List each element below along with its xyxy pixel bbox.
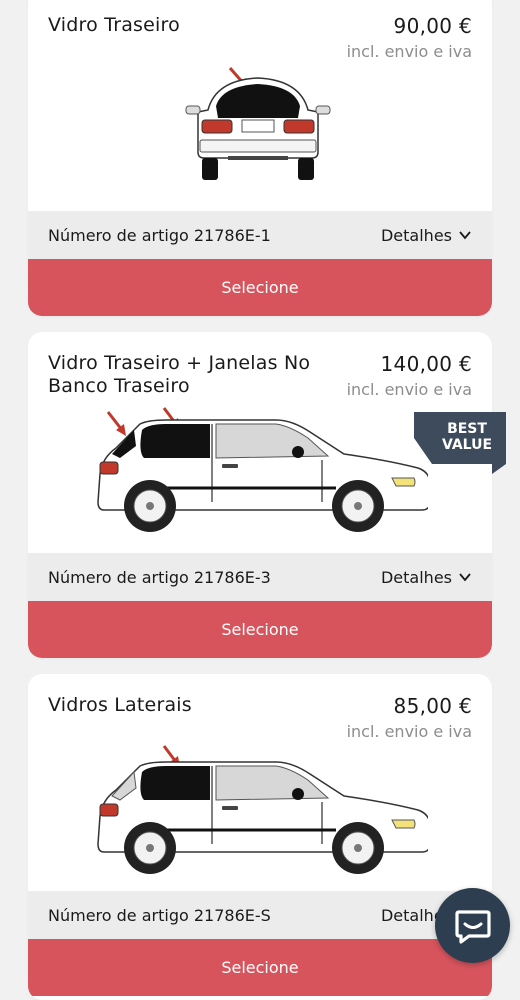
- product-price: 85,00 €: [393, 694, 472, 718]
- car-side-illustration: [97, 407, 428, 532]
- details-toggle[interactable]: Detalhes: [381, 568, 472, 587]
- pointer-arrow: [106, 411, 126, 436]
- product-title: Vidros Laterais: [48, 694, 192, 716]
- price-note: incl. envio e iva: [346, 380, 472, 399]
- article-info-bar: Número de artigo 21786E-1 Detalhes: [28, 211, 492, 259]
- article-info-bar: Número de artigo 21786E-3 Detalhes: [28, 553, 492, 601]
- product-title: Vidro Traseiro: [48, 14, 180, 36]
- article-number: Número de artigo 21786E-S: [48, 905, 271, 925]
- details-label: Detalhes: [380, 567, 452, 587]
- wheel: [124, 822, 176, 874]
- product-card-2: Vidro Traseiro + Janelas No Banco Trasei…: [28, 332, 506, 658]
- product-card-3: Vidros Laterais 85,00 € incl. envio e iv…: [28, 674, 492, 1000]
- badge-label: BEST VALUE: [441, 421, 493, 453]
- price-note: incl. envio e iva: [346, 42, 472, 61]
- product-price: 90,00 €: [393, 14, 472, 38]
- wheel: [124, 480, 176, 532]
- rear-side-window: [140, 766, 210, 800]
- wheel: [332, 480, 384, 532]
- article-number: Número de artigo 21786E-3: [48, 567, 271, 587]
- car-side-illustration: [97, 745, 428, 874]
- car-rear-illustration: [185, 67, 331, 180]
- chevron-down-icon: [459, 231, 471, 240]
- select-button[interactable]: Selecione: [28, 259, 492, 316]
- article-info-bar: Número de artigo 21786E-S Detalhes: [28, 891, 492, 939]
- chat-bubble-icon: [454, 909, 491, 944]
- select-button[interactable]: Selecione: [28, 601, 492, 658]
- product-card-1: Vidro Traseiro 90,00 € incl. envio e iva: [28, 0, 492, 316]
- chat-button[interactable]: [435, 888, 510, 963]
- product-title: Vidro Traseiro + Janelas No Banco Trasei…: [48, 352, 311, 397]
- wheel: [332, 822, 384, 874]
- price-note: incl. envio e iva: [346, 722, 472, 741]
- product-price: 140,00 €: [380, 352, 472, 376]
- rear-side-window: [140, 424, 210, 458]
- chevron-down-icon: [459, 573, 471, 582]
- best-value-badge: BEST VALUE: [414, 412, 506, 474]
- article-number: Número de artigo 21786E-1: [48, 225, 271, 245]
- details-toggle[interactable]: Detalhes: [381, 226, 472, 245]
- select-button[interactable]: Selecione: [28, 939, 492, 996]
- details-label: Detalhes: [380, 225, 452, 245]
